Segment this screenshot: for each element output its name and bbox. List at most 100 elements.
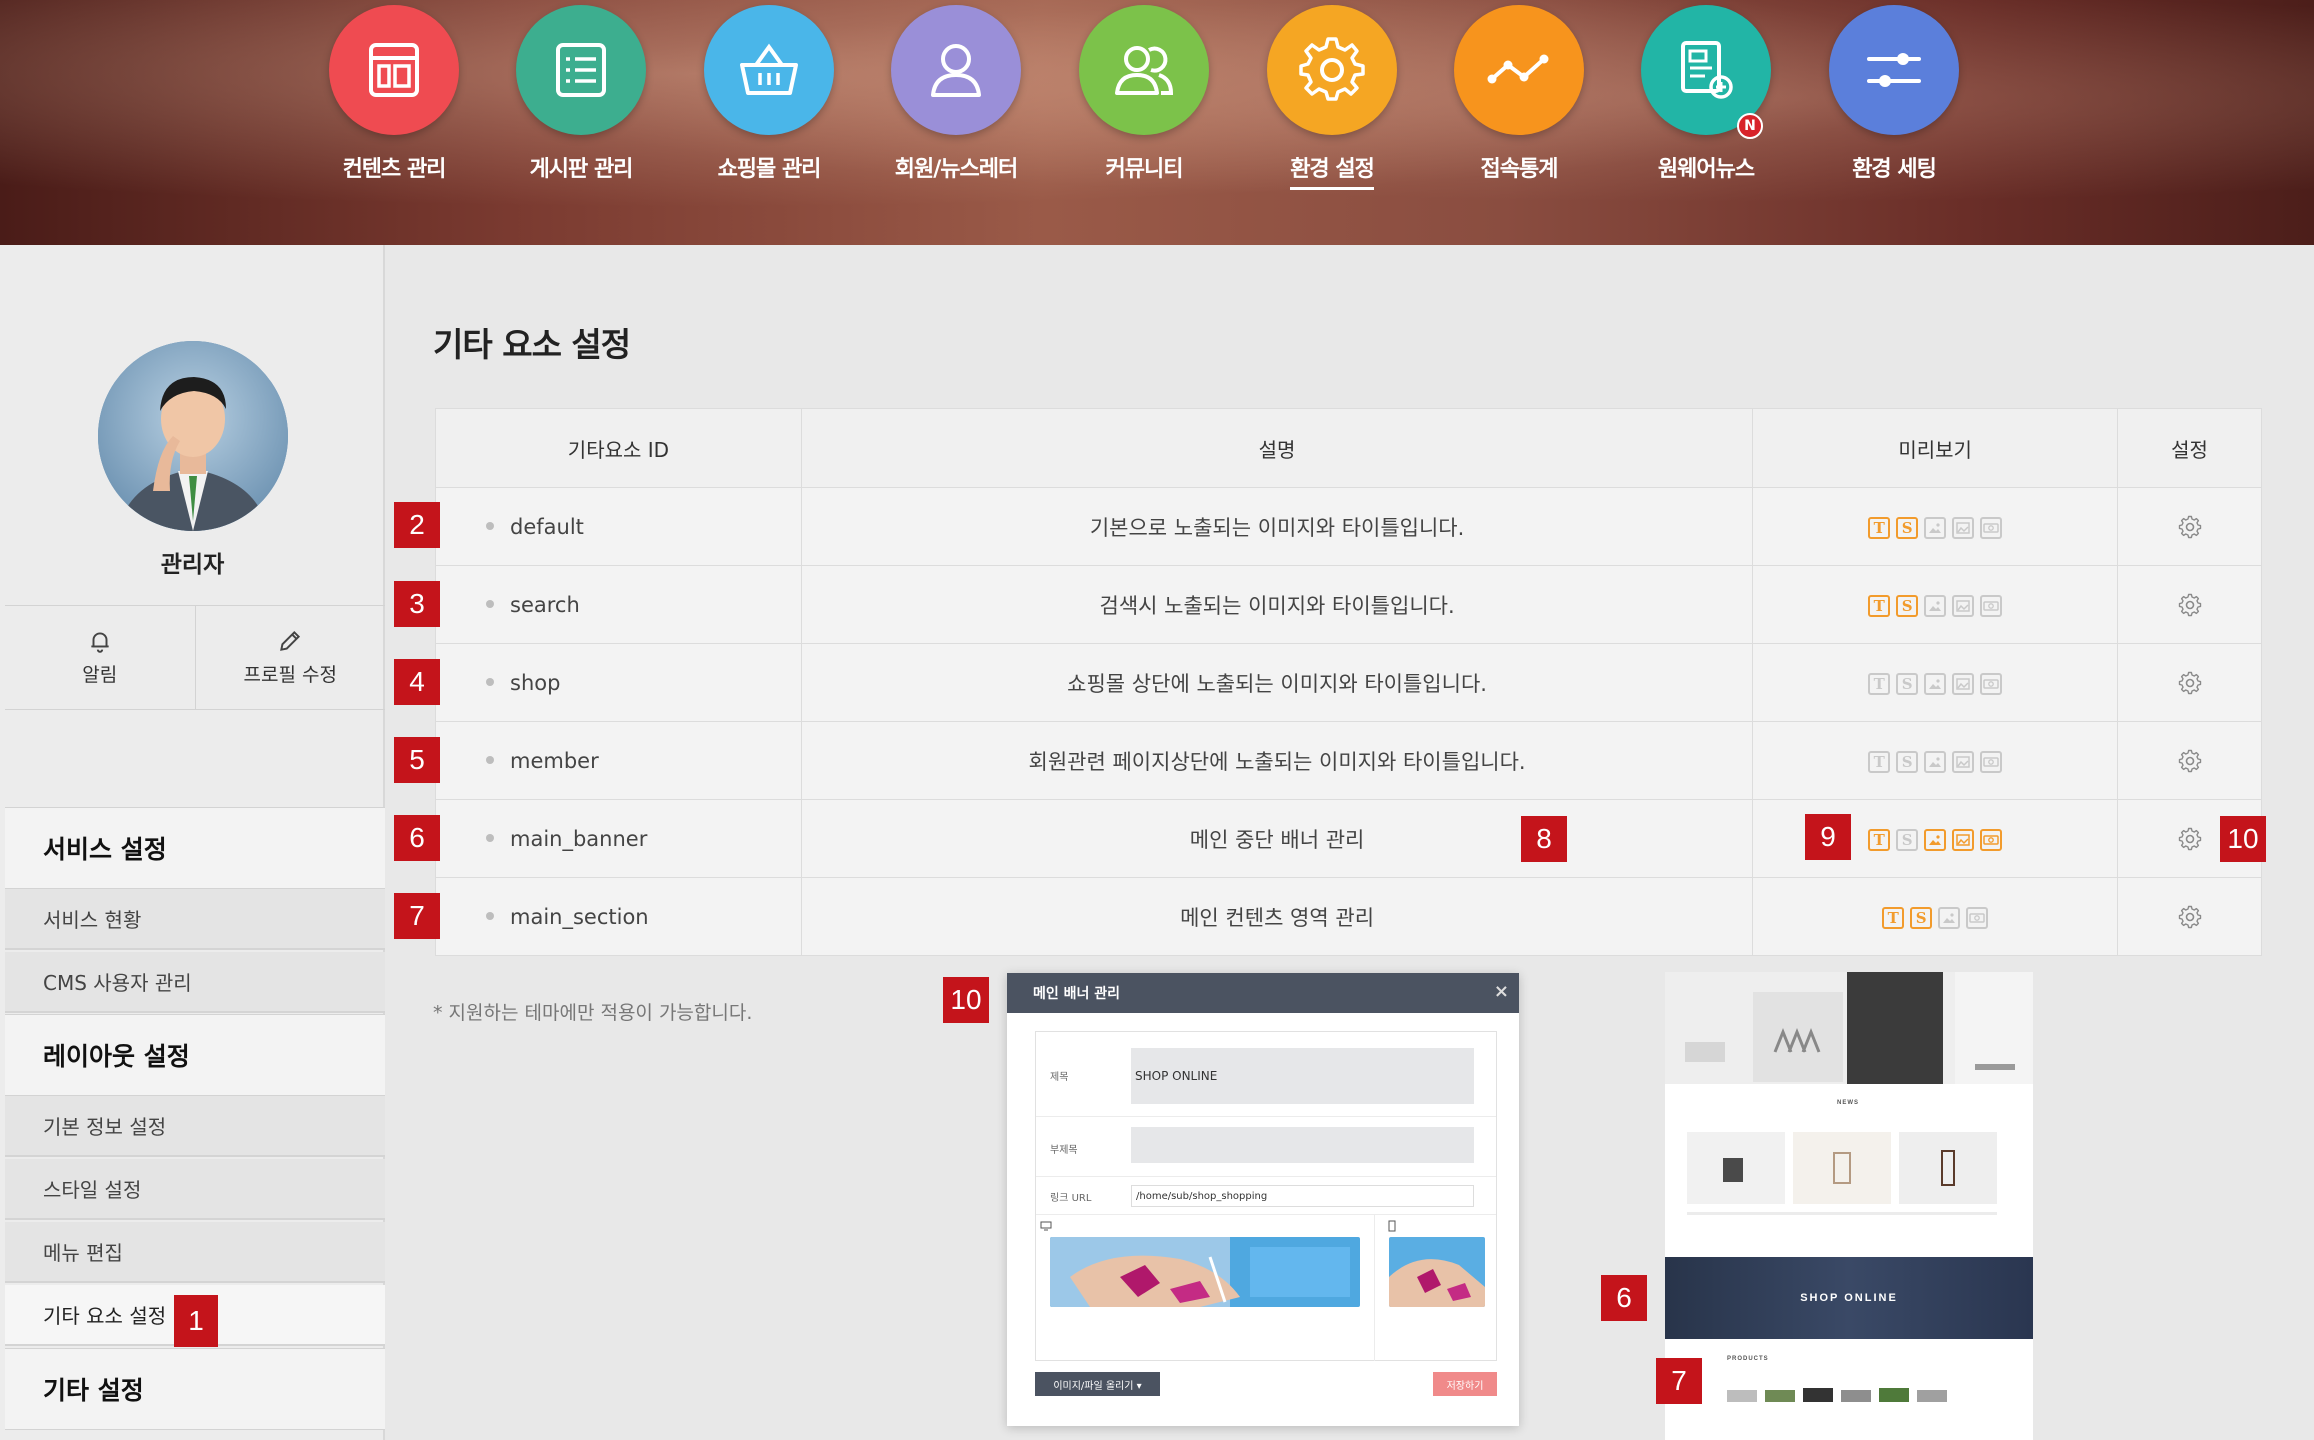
subtitle-preview-icon[interactable]: S <box>1910 906 1933 929</box>
settings-gear-icon[interactable] <box>2178 749 2202 773</box>
nav-item-community-users[interactable]: 커뮤니티 <box>1049 5 1239 187</box>
dialog-header: 메인 배너 관리 × <box>1007 973 1519 1013</box>
video-preview-icon[interactable] <box>1980 672 2003 695</box>
nav-item-statistics-line[interactable]: 접속통계 <box>1424 5 1614 187</box>
nav-circle[interactable] <box>516 5 646 135</box>
nav-circle[interactable] <box>1079 5 1209 135</box>
gallery-preview-icon[interactable] <box>1952 750 1975 773</box>
subtitle-preview-icon[interactable]: S <box>1896 828 1919 851</box>
nav-circle[interactable] <box>329 5 459 135</box>
nav-circle[interactable] <box>1829 5 1959 135</box>
settings-gear-icon <box>1299 37 1365 101</box>
save-button[interactable]: 저장하기 <box>1433 1372 1497 1396</box>
step-marker: 5 <box>394 737 440 783</box>
nav-circle[interactable] <box>704 5 834 135</box>
subtitle-input[interactable] <box>1131 1127 1474 1163</box>
image-preview-icon[interactable] <box>1924 672 1947 695</box>
subtitle-preview-icon[interactable]: S <box>1896 594 1919 617</box>
gallery-preview-icon[interactable] <box>1952 672 1975 695</box>
link-url-input[interactable] <box>1131 1185 1474 1207</box>
gallery-preview-icon[interactable] <box>1952 594 1975 617</box>
image-preview-icon[interactable] <box>1938 906 1961 929</box>
nav-item-member-user[interactable]: 회원/뉴스레터 <box>861 5 1051 187</box>
image-preview-icon[interactable] <box>1924 516 1947 539</box>
video-preview-icon[interactable] <box>1980 828 2003 851</box>
description-cell: 회원관련 페이지상단에 노출되는 이미지와 타이틀입니다. <box>801 721 1754 800</box>
settings-cell <box>2117 643 2262 722</box>
nav-label: 환경 세팅 <box>1852 157 1937 182</box>
section-service-settings[interactable]: 서비스 설정 <box>5 807 385 889</box>
elements-table: 기타요소 ID 설명 미리보기 설정 default 기본으로 노출되는 이미지와… <box>435 408 2262 956</box>
pencil-icon <box>280 630 301 651</box>
element-id-text: default <box>510 514 584 539</box>
nav-circle[interactable] <box>1267 5 1397 135</box>
dialog-title: 메인 배너 관리 <box>1033 986 1121 1002</box>
subtitle-row: 부제목 <box>1036 1117 1496 1177</box>
text-preview-icon[interactable]: T <box>1868 672 1891 695</box>
edit-profile-label: 프로필 수정 <box>243 664 337 686</box>
preview-cell: TS <box>1752 565 2119 644</box>
notifications-button[interactable]: 알림 <box>5 606 195 709</box>
main-banner-dialog: 메인 배너 관리 × 제목 부제목 링크 URL <box>1007 973 1519 1426</box>
image-preview-icon[interactable] <box>1924 594 1947 617</box>
nav-circle[interactable] <box>1454 5 1584 135</box>
bullet-icon <box>486 911 494 920</box>
text-preview-icon[interactable]: T <box>1868 828 1891 851</box>
subtitle-preview-icon[interactable]: S <box>1896 672 1919 695</box>
sidebar-item-menu-edit[interactable]: 메뉴 편집 <box>5 1222 385 1283</box>
bullet-icon <box>486 677 494 686</box>
video-preview-icon[interactable] <box>1980 516 2003 539</box>
preview-news-heading: NEWS <box>1837 1100 1859 1106</box>
mobile-icon <box>1388 1220 1396 1232</box>
settings-cell <box>2117 721 2262 800</box>
nav-item-news-document[interactable]: N 원웨어뉴스 <box>1611 5 1801 187</box>
step-marker: 2 <box>394 502 440 548</box>
gallery-preview-icon[interactable] <box>1952 516 1975 539</box>
text-preview-icon[interactable]: T <box>1868 750 1891 773</box>
settings-gear-icon[interactable] <box>2178 827 2202 851</box>
video-preview-icon[interactable] <box>1980 594 2003 617</box>
step-marker: 8 <box>1521 816 1567 862</box>
image-preview-icon[interactable] <box>1924 750 1947 773</box>
nav-item-board-list[interactable]: 게시판 관리 <box>486 5 676 187</box>
nav-label: 게시판 관리 <box>529 157 634 182</box>
element-id-cell: shop <box>435 643 802 722</box>
nav-circle[interactable] <box>891 5 1021 135</box>
text-preview-icon[interactable]: T <box>1868 594 1891 617</box>
text-preview-icon[interactable]: T <box>1868 516 1891 539</box>
image-upload-area <box>1036 1215 1496 1361</box>
settings-gear-icon[interactable] <box>2178 905 2202 929</box>
table-row: shop 쇼핑몰 상단에 노출되는 이미지와 타이틀입니다. T S <box>435 643 2262 722</box>
nav-item-settings-gear[interactable]: 환경 설정 <box>1237 5 1427 190</box>
step-marker: 7 <box>1656 1358 1702 1404</box>
settings-gear-icon[interactable] <box>2178 515 2202 539</box>
video-preview-icon[interactable] <box>1966 906 1989 929</box>
section-other-settings[interactable]: 기타 설정 <box>5 1348 385 1430</box>
avatar[interactable] <box>98 341 288 531</box>
text-preview-icon[interactable]: T <box>1882 906 1905 929</box>
member-user-icon <box>931 44 981 97</box>
settings-gear-icon[interactable] <box>2178 671 2202 695</box>
nav-item-content-layout[interactable]: 컨텐츠 관리 <box>299 5 489 187</box>
edit-profile-button[interactable]: 프로필 수정 <box>194 606 386 709</box>
bullet-icon <box>486 521 494 530</box>
upload-image-button[interactable]: 이미지/파일 올리기 ▾ <box>1035 1372 1160 1396</box>
sidebar-item-service-status[interactable]: 서비스 현황 <box>5 889 385 950</box>
section-layout-settings[interactable]: 레이아웃 설정 <box>5 1014 385 1096</box>
image-preview-icon[interactable] <box>1924 828 1947 851</box>
preview-product-3 <box>1899 1132 1997 1204</box>
video-preview-icon[interactable] <box>1980 750 2003 773</box>
gallery-preview-icon[interactable] <box>1952 828 1975 851</box>
title-input[interactable] <box>1131 1048 1474 1104</box>
sidebar-item-cms-users[interactable]: CMS 사용자 관리 <box>5 952 385 1013</box>
subtitle-preview-icon[interactable]: S <box>1896 750 1919 773</box>
sidebar-item-style[interactable]: 스타일 설정 <box>5 1159 385 1220</box>
close-icon[interactable]: × <box>1494 981 1509 1002</box>
settings-gear-icon[interactable] <box>2178 593 2202 617</box>
subtitle-preview-icon[interactable]: S <box>1896 516 1919 539</box>
nav-item-sliders[interactable]: 환경 세팅 <box>1799 5 1989 187</box>
nav-circle[interactable]: N <box>1641 5 1771 139</box>
new-badge: N <box>1737 113 1763 139</box>
nav-item-shopping-basket[interactable]: 쇼핑몰 관리 <box>674 5 864 187</box>
sidebar-item-basic-info[interactable]: 기본 정보 설정 <box>5 1096 385 1157</box>
